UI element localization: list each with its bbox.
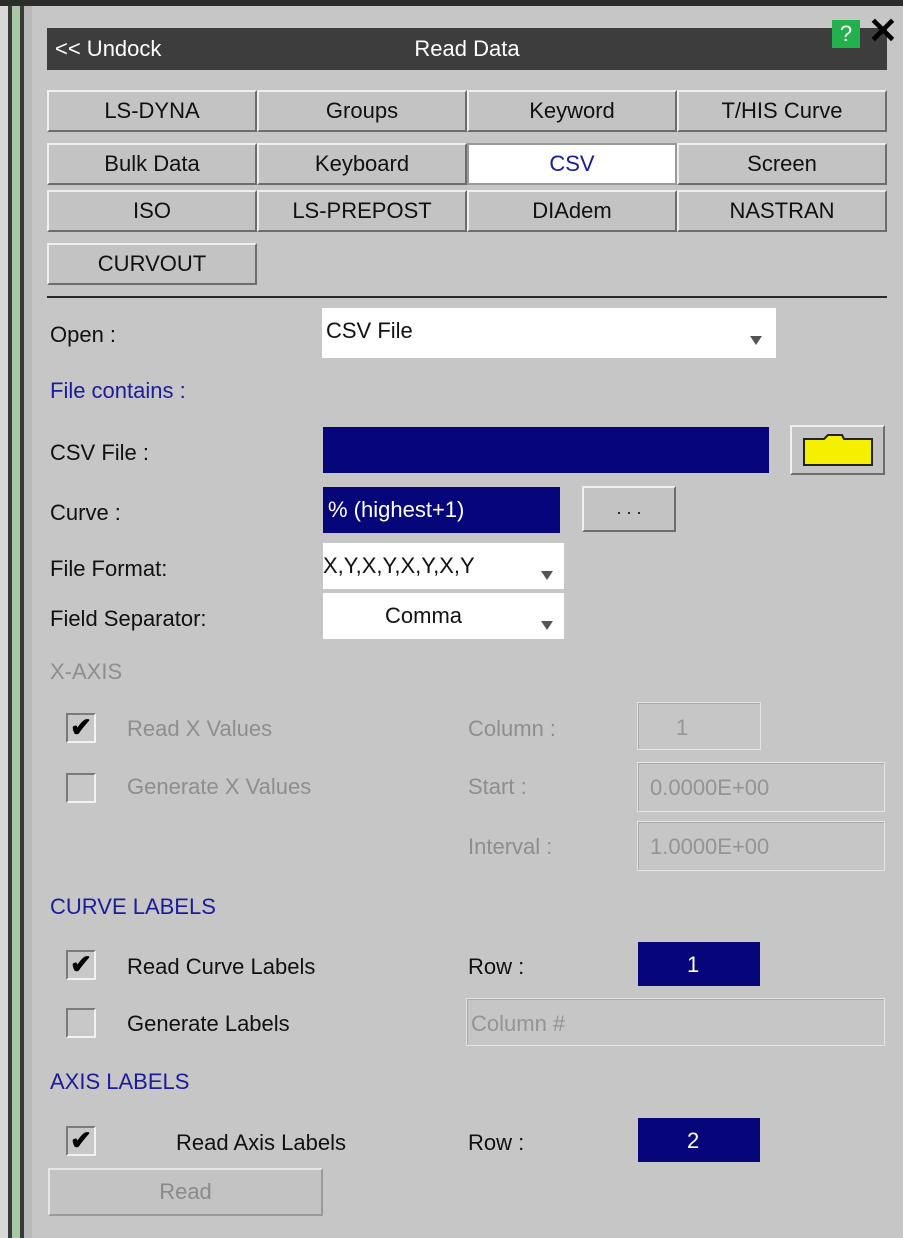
column-label: Column :: [468, 716, 557, 741]
tab-ls-prepost[interactable]: LS-PREPOST: [257, 190, 467, 232]
column-number-field[interactable]: Column #: [466, 998, 885, 1046]
chevron-down-icon: [541, 621, 553, 630]
window-frame-edge: [24, 0, 32, 1238]
tab-keyboard[interactable]: Keyboard: [257, 143, 467, 185]
file-format-dropdown[interactable]: X,Y,X,Y,X,Y,X,Y: [323, 543, 564, 589]
chevron-down-icon: [541, 571, 553, 580]
field-separator-label: Field Separator:: [50, 606, 207, 631]
open-value: CSV File: [326, 318, 413, 343]
start-label: Start :: [468, 774, 527, 799]
csv-file-field[interactable]: [323, 427, 769, 473]
tab-iso[interactable]: ISO: [47, 190, 257, 232]
generate-labels-label: Generate Labels: [127, 1011, 290, 1036]
axis-labels-heading: AXIS LABELS: [50, 1069, 190, 1094]
curve-label: Curve :: [50, 500, 121, 525]
divider: [47, 296, 887, 298]
title-bar: << Undock Read Data: [47, 28, 887, 70]
read-axis-labels-checkbox[interactable]: ✔: [66, 1126, 96, 1156]
field-separator-dropdown[interactable]: Comma: [323, 593, 564, 639]
folder-icon: [803, 434, 873, 466]
tab-nastran[interactable]: NASTRAN: [677, 190, 887, 232]
browse-button[interactable]: [790, 425, 885, 475]
curve-select-button[interactable]: . . .: [582, 486, 676, 532]
interval-label: Interval :: [468, 834, 553, 859]
tab-bulk-data[interactable]: Bulk Data: [47, 143, 257, 185]
window-frame-edge: [12, 0, 20, 1238]
field-separator-value: Comma: [385, 603, 463, 628]
generate-labels-checkbox[interactable]: [66, 1008, 96, 1038]
curve-field[interactable]: % (highest+1): [323, 487, 560, 533]
help-icon[interactable]: ?: [832, 20, 860, 48]
read-curve-labels-checkbox[interactable]: ✔: [66, 950, 96, 980]
read-x-values-label: Read X Values: [127, 716, 273, 741]
tab-csv[interactable]: CSV: [467, 143, 677, 185]
file-format-value: X,Y,X,Y,X,Y,X,Y: [323, 553, 475, 578]
column-field[interactable]: 1: [637, 702, 761, 750]
panel-title: Read Data: [414, 36, 520, 61]
tab-ls-dyna[interactable]: LS-DYNA: [47, 90, 257, 132]
top-border: [0, 0, 903, 6]
chevron-down-icon: [750, 336, 762, 345]
curve-labels-row-label: Row :: [468, 954, 525, 979]
axis-labels-row-field[interactable]: 2: [638, 1118, 760, 1162]
read-axis-labels-label: Read Axis Labels: [176, 1130, 346, 1155]
open-dropdown[interactable]: CSV File: [322, 308, 776, 358]
read-curve-labels-label: Read Curve Labels: [127, 954, 316, 979]
file-contains-label: File contains :: [50, 378, 186, 403]
x-axis-heading: X-AXIS: [50, 659, 123, 684]
tab-curvout[interactable]: CURVOUT: [47, 243, 257, 285]
close-icon[interactable]: ✕: [866, 13, 900, 49]
interval-field[interactable]: 1.0000E+00: [637, 821, 885, 871]
open-label: Open :: [50, 322, 117, 347]
tab-groups[interactable]: Groups: [257, 90, 467, 132]
axis-labels-row-label: Row :: [468, 1130, 525, 1155]
tab-this-curve[interactable]: T/HIS Curve: [677, 90, 887, 132]
file-format-label: File Format:: [50, 556, 168, 581]
window-frame-edge: [0, 0, 8, 1238]
csv-file-label: CSV File :: [50, 440, 150, 465]
tab-diadem[interactable]: DIAdem: [467, 190, 677, 232]
curve-labels-heading: CURVE LABELS: [50, 894, 216, 919]
generate-x-values-checkbox[interactable]: [66, 773, 96, 803]
tab-keyword[interactable]: Keyword: [467, 90, 677, 132]
read-button[interactable]: Read: [48, 1168, 323, 1216]
curve-labels-row-field[interactable]: 1: [638, 942, 760, 986]
start-field[interactable]: 0.0000E+00: [637, 762, 885, 812]
generate-x-values-label: Generate X Values: [127, 774, 312, 799]
tab-screen[interactable]: Screen: [677, 143, 887, 185]
read-x-values-checkbox[interactable]: ✔: [66, 713, 96, 743]
